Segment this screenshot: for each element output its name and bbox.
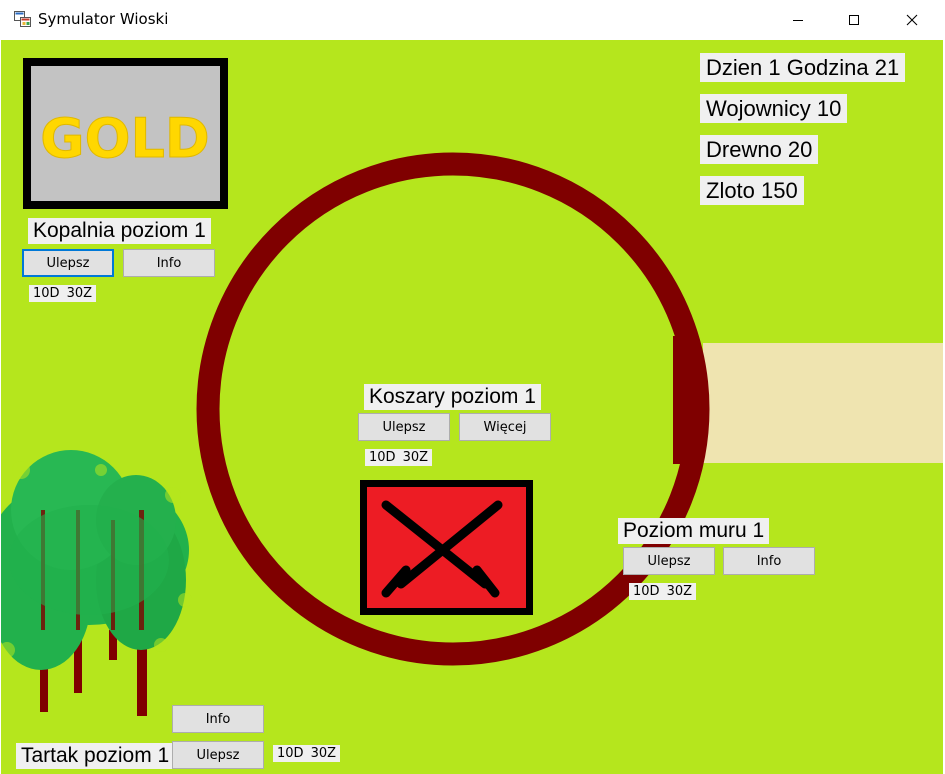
mine-info-button[interactable]: Info [123,249,215,277]
maximize-button[interactable] [831,0,877,40]
warriors-count: Wojownicy 10 [700,94,848,123]
gold-sign-text: GOLD [40,107,209,170]
mine-level-label: Kopalnia poziom 1 [28,218,211,244]
sawmill-upgrade-button[interactable]: Ulepsz [172,741,264,769]
sawmill-level-label: Tartak poziom 1 [16,743,175,769]
mine-upgrade-button[interactable]: Ulepsz [22,249,114,277]
minimize-icon [793,20,803,21]
barracks-level-label: Koszary poziom 1 [364,384,541,410]
time-display: Dzien 1 Godzina 21 [700,53,906,82]
close-button[interactable] [889,0,935,40]
cost-gold: 30Z [310,746,337,761]
barracks-sign [360,480,533,615]
mine-upgrade-cost: 10D 30Z [29,285,97,302]
cost-gold: 30Z [66,286,93,301]
cost-wood: 10D [33,286,60,301]
cost-gold: 30Z [402,450,429,465]
cost-gold: 30Z [666,584,693,599]
cost-wood: 10D [633,584,660,599]
wood-count: Drewno 20 [700,135,819,164]
cost-wood: 10D [369,450,396,465]
title-bar[interactable]: Symulator Wioski [0,0,945,40]
app-icon [14,11,31,27]
game-area: GOLD Dzien 1 Godzina 21 Wojownicy 10 Dre… [1,40,943,774]
maximize-icon [849,15,859,25]
minimize-button[interactable] [775,0,821,40]
cost-wood: 10D [277,746,304,761]
window-title: Symulator Wioski [38,10,169,28]
wall-info-button[interactable]: Info [723,547,815,575]
barracks-more-button[interactable]: Więcej [459,413,551,441]
gold-mine-sign: GOLD [23,58,228,209]
wall-upgrade-cost: 10D 30Z [629,583,697,600]
sawmill-info-button[interactable]: Info [172,705,264,733]
sawmill-upgrade-cost: 10D 30Z [273,745,341,762]
forest [1,450,192,716]
close-icon [906,14,918,26]
road [703,343,943,463]
wall-upgrade-button[interactable]: Ulepsz [623,547,715,575]
gold-count: Zloto 150 [700,176,804,205]
wall-level-label: Poziom muru 1 [618,518,770,544]
barracks-upgrade-button[interactable]: Ulepsz [358,413,450,441]
barracks-upgrade-cost: 10D 30Z [365,449,433,466]
